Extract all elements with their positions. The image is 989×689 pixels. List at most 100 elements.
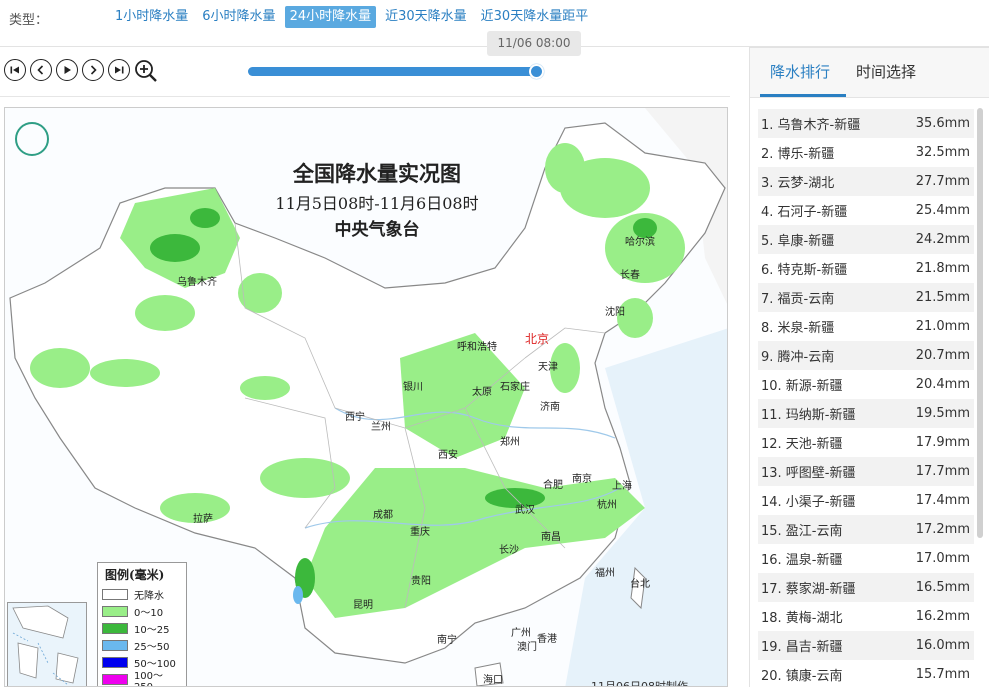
time-slider-handle[interactable] [529, 64, 544, 79]
precip-value: 21.8mm [915, 261, 970, 276]
tab-6h-precip[interactable]: 6小时降水量 [197, 6, 280, 28]
ranking-row[interactable]: 11. 玛纳斯-新疆 19.5mm [758, 399, 974, 428]
time-slider[interactable] [248, 64, 544, 79]
city-label: 乌鲁木齐 [177, 277, 217, 288]
city-label: 福州 [595, 568, 615, 579]
time-tooltip: 11/06 08:00 [487, 31, 581, 56]
city-label: 杭州 [597, 500, 617, 511]
city-label: 银川 [403, 382, 423, 393]
ranking-row[interactable]: 4. 石河子-新疆 25.4mm [758, 196, 974, 225]
ranking-row[interactable]: 13. 呼图壁-新疆 17.7mm [758, 457, 974, 486]
ranking-row[interactable]: 12. 天池-新疆 17.9mm [758, 428, 974, 457]
city-label: 南京 [572, 474, 592, 485]
cma-logo [15, 122, 49, 156]
city-label: 西宁 [345, 412, 365, 423]
tab-30d-precip[interactable]: 近30天降水量 [380, 6, 472, 28]
precipitation-map[interactable]: 全国降水量实况图 11月5日08时-11月6日08时 中央气象台 乌鲁木齐 哈尔… [4, 107, 728, 687]
capital-label: 北京 [525, 332, 550, 346]
legend-swatch [102, 674, 128, 685]
map-legend: 图例(毫米) 无降水 0～10 10～25 25～50 50～100 100～250 [97, 562, 187, 686]
ranking-row[interactable]: 2. 博乐-新疆 32.5mm [758, 138, 974, 167]
precip-value: 17.0mm [915, 551, 970, 566]
ranking-row[interactable]: 15. 盈江-云南 17.2mm [758, 515, 974, 544]
legend-label: 0～10 [134, 608, 164, 619]
time-slider-fill [248, 67, 536, 76]
ranking-row[interactable]: 18. 黄梅-湖北 16.2mm [758, 602, 974, 631]
ranking-row[interactable]: 1. 乌鲁木齐-新疆 35.6mm [758, 109, 974, 138]
station-name: 10. 新源-新疆 [761, 379, 843, 394]
ranking-row[interactable]: 7. 福贡-云南 21.5mm [758, 283, 974, 312]
tab-30d-anomaly[interactable]: 近30天降水量距平 [476, 6, 594, 28]
ranking-row[interactable]: 3. 云梦-湖北 27.7mm [758, 167, 974, 196]
ranking-scrollbar[interactable] [977, 108, 983, 538]
legend-item: 100～250 [102, 671, 182, 686]
south-china-sea-inset [7, 602, 87, 686]
legend-label: 无降水 [134, 591, 164, 602]
first-frame-button[interactable] [4, 59, 26, 81]
prev-frame-button[interactable] [30, 59, 52, 81]
play-icon [64, 66, 71, 74]
city-label: 香港 [537, 634, 557, 645]
type-label: 类型： [9, 13, 49, 28]
station-name: 14. 小渠子-新疆 [761, 495, 856, 510]
ranking-row[interactable]: 5. 阜康-新疆 24.2mm [758, 225, 974, 254]
city-label: 武汉 [515, 505, 535, 516]
city-label: 广州 [511, 628, 531, 639]
ranking-row[interactable]: 20. 镇康-云南 15.7mm [758, 660, 974, 689]
precip-value: 25.4mm [915, 203, 970, 218]
map-period: 11月5日08时-11月6日08时 [275, 194, 479, 213]
legend-item: 25～50 [102, 637, 182, 654]
precip-value: 17.4mm [915, 493, 970, 508]
next-frame-button[interactable] [82, 59, 104, 81]
ranking-row[interactable]: 17. 蔡家湖-新疆 16.5mm [758, 573, 974, 602]
ranking-row[interactable]: 9. 腾冲-云南 20.7mm [758, 341, 974, 370]
divider [0, 96, 730, 97]
city-label: 长沙 [499, 545, 519, 556]
station-name: 20. 镇康-云南 [761, 669, 843, 684]
tab-1h-precip[interactable]: 1小时降水量 [110, 6, 193, 28]
station-name: 6. 特克斯-新疆 [761, 263, 848, 278]
ranking-row[interactable]: 16. 温泉-新疆 17.0mm [758, 544, 974, 573]
city-label: 成都 [373, 510, 393, 521]
ranking-row[interactable]: 19. 昌吉-新疆 16.0mm [758, 631, 974, 660]
city-label: 上海 [612, 481, 632, 492]
ranking-row[interactable]: 14. 小渠子-新疆 17.4mm [758, 486, 974, 515]
zoom-button[interactable] [134, 59, 158, 83]
ranking-row[interactable]: 8. 米泉-新疆 21.0mm [758, 312, 974, 341]
chevron-right-icon [90, 65, 97, 75]
legend-swatch [102, 606, 128, 617]
ranking-row[interactable]: 10. 新源-新疆 20.4mm [758, 370, 974, 399]
city-label: 合肥 [543, 480, 563, 491]
station-name: 15. 盈江-云南 [761, 524, 843, 539]
skip-first-icon [10, 66, 19, 74]
city-label: 石家庄 [500, 382, 530, 393]
legend-label: 25～50 [134, 642, 170, 653]
city-label: 济南 [540, 402, 560, 413]
ranking-row[interactable]: 6. 特克斯-新疆 21.8mm [758, 254, 974, 283]
legend-label: 10～25 [134, 625, 170, 636]
precip-value: 35.6mm [915, 116, 970, 131]
city-label: 南宁 [437, 635, 457, 646]
legend-title: 图例(毫米) [105, 568, 165, 582]
station-name: 3. 云梦-湖北 [761, 176, 835, 191]
city-label: 呼和浩特 [457, 342, 497, 353]
city-label: 天津 [538, 362, 558, 373]
map-agency: 中央气象台 [334, 220, 420, 240]
precip-value: 17.7mm [915, 464, 970, 479]
playback-controls [4, 59, 158, 83]
legend-item: 10～25 [102, 620, 182, 637]
chevron-left-icon [37, 65, 44, 75]
city-label: 澳门 [517, 642, 537, 653]
tab-precip-ranking[interactable]: 降水排行 [770, 61, 830, 82]
tab-24h-precip[interactable]: 24小时降水量 [284, 6, 377, 28]
station-name: 8. 米泉-新疆 [761, 321, 835, 336]
station-name: 9. 腾冲-云南 [761, 350, 835, 365]
city-label: 南昌 [541, 532, 561, 543]
city-label: 长春 [620, 270, 640, 281]
city-label: 哈尔滨 [625, 237, 655, 248]
city-label: 重庆 [410, 527, 430, 538]
city-label: 郑州 [500, 437, 520, 448]
play-button[interactable] [56, 59, 78, 81]
last-frame-button[interactable] [108, 59, 130, 81]
tab-time-select[interactable]: 时间选择 [856, 61, 916, 82]
